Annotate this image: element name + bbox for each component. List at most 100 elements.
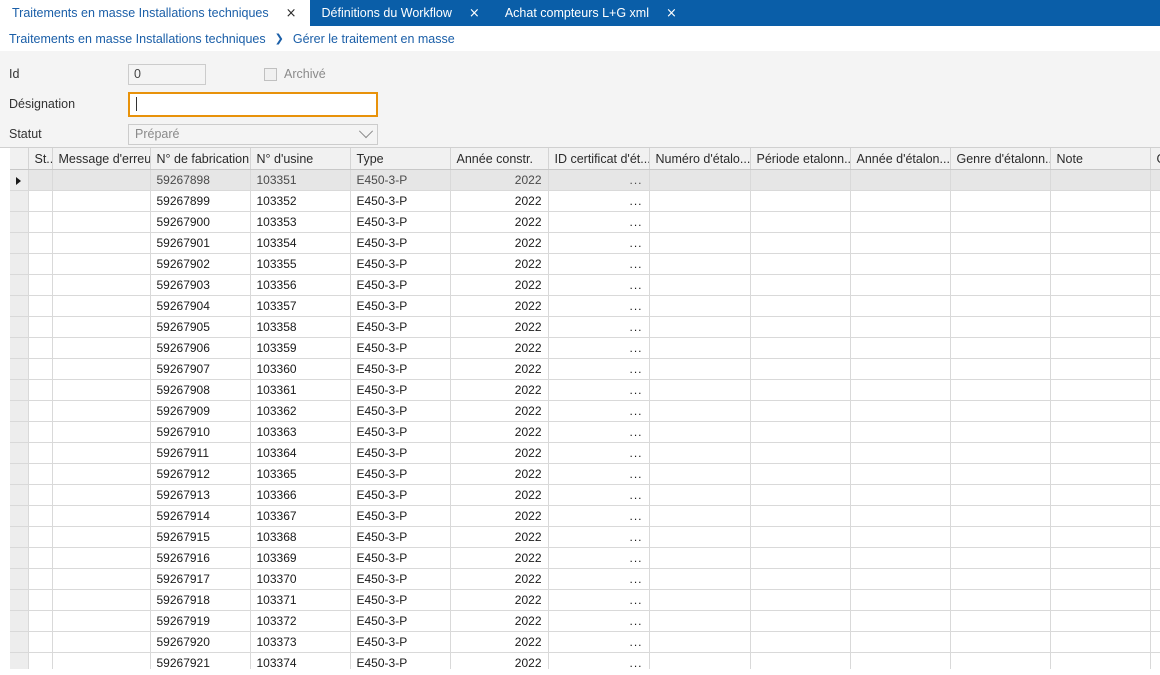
table-row[interactable]: 59267910 103363 E450-3-P 2022...: [0, 421, 1160, 443]
cell-annee-constr[interactable]: 2022: [450, 316, 549, 338]
cell-fabrication[interactable]: 59267920: [150, 631, 251, 653]
cell-annee-constr[interactable]: 2022: [450, 253, 549, 275]
cell-annee-constr[interactable]: 2022: [450, 400, 549, 422]
cell-annee-etalonnage[interactable]: [850, 232, 951, 254]
row-indicator[interactable]: [10, 295, 29, 317]
cell-note[interactable]: [1050, 379, 1151, 401]
cell-fabrication[interactable]: 59267916: [150, 547, 251, 569]
cell-annee-constr[interactable]: 2022: [450, 442, 549, 464]
cell-numero-etalon[interactable]: [649, 190, 751, 212]
cell-periode-etalonnage[interactable]: [750, 190, 851, 212]
cell-id-certificat-ellipsis-button[interactable]: ...: [548, 232, 650, 254]
cell-genre-etalonnage[interactable]: [950, 505, 1051, 527]
row-indicator[interactable]: [10, 652, 29, 669]
cell-genre-etalonnage[interactable]: [950, 400, 1051, 422]
cell-genre-etalonnage[interactable]: [950, 526, 1051, 548]
cell-usine[interactable]: 103374: [250, 652, 351, 669]
cell-status[interactable]: [28, 610, 53, 632]
cell-g_partial[interactable]: [1150, 589, 1160, 611]
cell-id-certificat-ellipsis-button[interactable]: ...: [548, 568, 650, 590]
cell-g_partial[interactable]: [1150, 610, 1160, 632]
cell-usine[interactable]: 103369: [250, 547, 351, 569]
cell-message[interactable]: [52, 400, 151, 422]
cell-g_partial[interactable]: [1150, 463, 1160, 485]
cell-g_partial[interactable]: [1150, 274, 1160, 296]
cell-annee-etalonnage[interactable]: [850, 190, 951, 212]
cell-usine[interactable]: 103351: [250, 169, 351, 191]
cell-genre-etalonnage[interactable]: [950, 421, 1051, 443]
table-row[interactable]: 59267921 103374 E450-3-P 2022...: [0, 652, 1160, 669]
cell-genre-etalonnage[interactable]: [950, 169, 1051, 191]
grid-header-annee_constr[interactable]: Année constr.: [450, 148, 549, 170]
cell-g_partial[interactable]: [1150, 232, 1160, 254]
cell-numero-etalon[interactable]: [649, 463, 751, 485]
cell-genre-etalonnage[interactable]: [950, 610, 1051, 632]
cell-status[interactable]: [28, 505, 53, 527]
cell-periode-etalonnage[interactable]: [750, 442, 851, 464]
cell-message[interactable]: [52, 631, 151, 653]
cell-usine[interactable]: 103353: [250, 211, 351, 233]
row-indicator[interactable]: [10, 442, 29, 464]
tab-2[interactable]: Achat compteurs L+G xml ×: [493, 0, 690, 26]
cell-fabrication[interactable]: 59267917: [150, 568, 251, 590]
cell-usine[interactable]: 103367: [250, 505, 351, 527]
table-row[interactable]: 59267908 103361 E450-3-P 2022...: [0, 379, 1160, 401]
cell-status[interactable]: [28, 358, 53, 380]
cell-periode-etalonnage[interactable]: [750, 463, 851, 485]
cell-periode-etalonnage[interactable]: [750, 526, 851, 548]
cell-id-certificat-ellipsis-button[interactable]: ...: [548, 547, 650, 569]
cell-note[interactable]: [1050, 589, 1151, 611]
cell-usine[interactable]: 103370: [250, 568, 351, 590]
cell-usine[interactable]: 103364: [250, 442, 351, 464]
cell-message[interactable]: [52, 568, 151, 590]
cell-id-certificat-ellipsis-button[interactable]: ...: [548, 505, 650, 527]
table-row[interactable]: 59267905 103358 E450-3-P 2022...: [0, 316, 1160, 338]
cell-g_partial[interactable]: [1150, 358, 1160, 380]
cell-genre-etalonnage[interactable]: [950, 484, 1051, 506]
cell-usine[interactable]: 103366: [250, 484, 351, 506]
tab-0[interactable]: Traitements en masse Installations techn…: [0, 0, 310, 26]
table-row[interactable]: 59267920 103373 E450-3-P 2022...: [0, 631, 1160, 653]
cell-id-certificat-ellipsis-button[interactable]: ...: [548, 526, 650, 548]
table-row[interactable]: 59267912 103365 E450-3-P 2022...: [0, 463, 1160, 485]
cell-annee-etalonnage[interactable]: [850, 421, 951, 443]
cell-annee-constr[interactable]: 2022: [450, 547, 549, 569]
cell-note[interactable]: [1050, 484, 1151, 506]
cell-annee-constr[interactable]: 2022: [450, 295, 549, 317]
cell-status[interactable]: [28, 400, 53, 422]
cell-status[interactable]: [28, 463, 53, 485]
cell-genre-etalonnage[interactable]: [950, 463, 1051, 485]
table-row[interactable]: 59267903 103356 E450-3-P 2022...: [0, 274, 1160, 296]
cell-periode-etalonnage[interactable]: [750, 274, 851, 296]
cell-message[interactable]: [52, 253, 151, 275]
row-indicator[interactable]: [10, 274, 29, 296]
cell-annee-etalonnage[interactable]: [850, 253, 951, 275]
cell-annee-etalonnage[interactable]: [850, 379, 951, 401]
cell-periode-etalonnage[interactable]: [750, 400, 851, 422]
cell-genre-etalonnage[interactable]: [950, 358, 1051, 380]
cell-fabrication[interactable]: 59267918: [150, 589, 251, 611]
grid-header-fabrication[interactable]: N° de fabrication: [150, 148, 251, 170]
cell-status[interactable]: [28, 211, 53, 233]
archived-checkbox[interactable]: [264, 67, 277, 81]
cell-fabrication[interactable]: 59267914: [150, 505, 251, 527]
cell-id-certificat-ellipsis-button[interactable]: ...: [548, 631, 650, 653]
cell-fabrication[interactable]: 59267911: [150, 442, 251, 464]
cell-note[interactable]: [1050, 274, 1151, 296]
cell-g_partial[interactable]: [1150, 211, 1160, 233]
cell-message[interactable]: [52, 463, 151, 485]
cell-status[interactable]: [28, 442, 53, 464]
cell-type[interactable]: E450-3-P: [350, 442, 451, 464]
grid-header-g_partial[interactable]: G: [1150, 148, 1160, 170]
cell-numero-etalon[interactable]: [649, 526, 751, 548]
cell-type[interactable]: E450-3-P: [350, 610, 451, 632]
cell-note[interactable]: [1050, 211, 1151, 233]
cell-type[interactable]: E450-3-P: [350, 631, 451, 653]
cell-type[interactable]: E450-3-P: [350, 526, 451, 548]
cell-genre-etalonnage[interactable]: [950, 211, 1051, 233]
cell-message[interactable]: [52, 442, 151, 464]
table-row[interactable]: 59267914 103367 E450-3-P 2022...: [0, 505, 1160, 527]
cell-g_partial[interactable]: [1150, 400, 1160, 422]
cell-id-certificat-ellipsis-button[interactable]: ...: [548, 463, 650, 485]
cell-genre-etalonnage[interactable]: [950, 274, 1051, 296]
